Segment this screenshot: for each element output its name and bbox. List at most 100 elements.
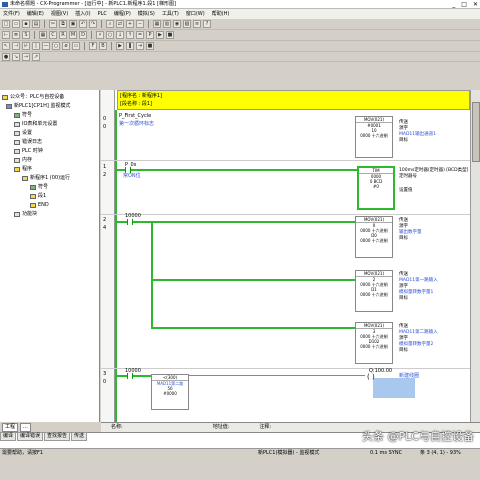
menu-plc[interactable]: PLC [98, 9, 107, 19]
instruction-block[interactable]: MOV(021) 0 0000 十六进制 D0 0000 十六进制 [355, 216, 393, 258]
instruction-block[interactable]: MOV(021) #0001 10 0000 十六进制 [355, 116, 393, 158]
tab-compile[interactable]: 编译 [0, 432, 17, 441]
tab-transfer[interactable]: 传送 [71, 432, 88, 441]
tree-item-clock[interactable]: PLC 时钟 [14, 148, 43, 154]
open-icon[interactable]: ▭ [12, 20, 20, 28]
compare-block[interactable]: <(300) MAD11第二路 50 #0000 [151, 374, 189, 410]
online-icon[interactable]: ⚡ [96, 31, 104, 39]
save-icon[interactable]: ▪ [22, 20, 30, 28]
sim-pause-icon[interactable]: ❚ [126, 42, 134, 50]
tree-item-program1[interactable]: 新程序1 (00)运行 [22, 175, 70, 181]
properties-icon[interactable]: ≡ [193, 20, 201, 28]
horizontal-line-icon[interactable]: — [42, 42, 50, 50]
tab-project[interactable]: 工程 [2, 422, 19, 432]
menu-program[interactable]: 编程(P) [114, 9, 131, 19]
maximize-button[interactable]: □ [461, 0, 467, 9]
coil-nc-icon[interactable]: ø [62, 42, 70, 50]
menu-insert[interactable]: 插入(I) [75, 9, 90, 19]
scrollbar-thumb[interactable] [472, 102, 480, 162]
contact-no[interactable] [125, 167, 131, 173]
tree-item-settings[interactable]: 设置 [14, 130, 32, 136]
contact-no[interactable] [127, 219, 133, 225]
tree-item-programs[interactable]: 程序 [14, 166, 32, 172]
instruction-block[interactable]: MOV(021) 2 0000 十六进制 D1 0000 十六进制 [355, 270, 393, 312]
selected-cell[interactable] [373, 378, 415, 398]
tree-item-io-table[interactable]: IO表和单元设置 [14, 121, 57, 127]
contact-no-icon[interactable]: ⊣ [12, 42, 20, 50]
tree-item-end[interactable]: END [30, 202, 49, 208]
copy-icon[interactable]: ⧉ [59, 20, 67, 28]
tree-item-function-blocks[interactable]: 功能块 [14, 211, 37, 217]
menu-help[interactable]: 帮助(H) [212, 9, 230, 19]
sim-step-icon[interactable]: ⇥ [136, 42, 144, 50]
vertical-line-icon[interactable]: | [32, 42, 40, 50]
watch-icon[interactable]: ◉ [173, 20, 181, 28]
ladder-editor[interactable]: [程序名 : 新程序1] [段名称 : 段1] 0 0 P_First_Cycl… [101, 90, 470, 422]
tab-find-report[interactable]: 查找报告 [44, 432, 71, 441]
project-icon[interactable]: ▦ [153, 20, 161, 28]
run-mode-icon[interactable]: ▶ [156, 31, 164, 39]
tree-item-symbols[interactable]: 符号 [14, 112, 32, 118]
tree-item-section1[interactable]: 段1 [30, 193, 46, 199]
zoom-icon[interactable]: + [126, 20, 134, 28]
tree-item-error-log[interactable]: 错误日志 [14, 139, 42, 145]
find-icon[interactable]: ⌕ [106, 20, 114, 28]
step-out-icon[interactable]: ↗ [32, 52, 40, 61]
instruction-block[interactable]: MOV(021) 3 0000 十六进制 D102 0000 十六进制 [355, 322, 393, 364]
monitor-icon[interactable]: M [69, 31, 77, 39]
fb-icon[interactable]: F [89, 42, 97, 50]
paste-icon[interactable]: ▣ [69, 20, 77, 28]
step-over-icon[interactable]: → [22, 52, 30, 61]
pou-icon[interactable]: B [99, 42, 107, 50]
contact-no[interactable] [127, 373, 133, 379]
transfer-from-plc-icon[interactable]: ↑ [126, 31, 134, 39]
step-in-icon[interactable]: ↘ [12, 52, 20, 61]
new-icon[interactable]: □ [2, 20, 10, 28]
menu-simulate[interactable]: 模拟(S) [138, 9, 155, 19]
output-icon[interactable]: ▥ [163, 20, 171, 28]
select-icon[interactable]: ↖ [2, 42, 10, 50]
instruction-icon[interactable]: ▭ [72, 42, 80, 50]
close-button[interactable]: ✕ [473, 0, 478, 9]
menu-file[interactable]: 文件(F) [3, 9, 20, 19]
minimize-button[interactable]: _ [452, 0, 455, 9]
coil-icon[interactable]: ( ) [367, 373, 375, 381]
menu-view[interactable]: 视图(V) [51, 9, 68, 19]
ladder-view-icon[interactable]: ⊢ [2, 31, 10, 39]
diff-icon[interactable]: D [79, 31, 87, 39]
replace-icon[interactable]: ⇄ [116, 20, 124, 28]
stop-mode-icon[interactable]: ■ [166, 31, 174, 39]
help-icon[interactable]: ? [203, 20, 211, 28]
tree-item-root[interactable]: 公众号：PLC与自控设备 [2, 94, 64, 100]
breakpoint-icon[interactable]: ● [2, 52, 10, 61]
offline-icon[interactable]: ○ [106, 31, 114, 39]
redo-icon[interactable]: ↷ [89, 20, 97, 28]
tab-compile-errors[interactable]: 编译错误 [17, 432, 44, 441]
contact-nc-icon[interactable]: ⊬ [22, 42, 30, 50]
transfer-to-plc-icon[interactable]: ↓ [116, 31, 124, 39]
sim-run-icon[interactable]: ▶ [116, 42, 124, 50]
zoom-out-icon[interactable]: − [136, 20, 144, 28]
tree-item-program-symbols[interactable]: 符号 [30, 184, 48, 190]
print-icon[interactable]: ▤ [32, 20, 40, 28]
menu-tools[interactable]: 工具(T) [162, 9, 179, 19]
timer-block[interactable]: TIM 0000 0 BCD #0 [357, 166, 395, 210]
tab-more[interactable]: ... [20, 422, 31, 432]
comment-icon[interactable]: C [49, 31, 57, 39]
vertical-scrollbar[interactable] [470, 90, 480, 422]
cut-icon[interactable]: ✂ [49, 20, 57, 28]
grid-icon[interactable]: ▦ [39, 31, 47, 39]
menu-edit[interactable]: 编辑(E) [27, 9, 44, 19]
sim-stop-icon[interactable]: ■ [146, 42, 154, 50]
tree-item-plc[interactable]: 新PLC1[CP1H] 监视模式 [6, 103, 70, 109]
rung-icon[interactable]: R [59, 31, 67, 39]
coil-icon[interactable]: ○ [52, 42, 60, 50]
st-view-icon[interactable]: S [22, 31, 30, 39]
program-mode-icon[interactable]: P [146, 31, 154, 39]
menu-window[interactable]: 窗口(W) [186, 9, 205, 19]
mnemonic-view-icon[interactable]: ≣ [12, 31, 20, 39]
tree-item-memory[interactable]: 内存 [14, 157, 32, 163]
address-icon[interactable]: ▧ [183, 20, 191, 28]
undo-icon[interactable]: ↶ [79, 20, 87, 28]
compare-icon[interactable]: = [136, 31, 144, 39]
